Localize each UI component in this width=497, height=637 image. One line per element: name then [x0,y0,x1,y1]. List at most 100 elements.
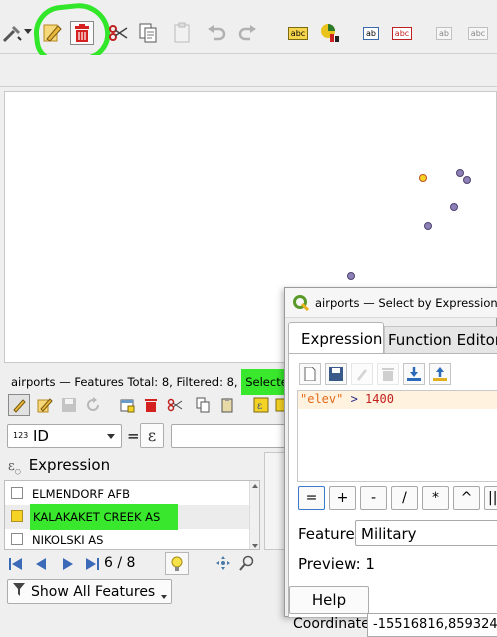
tab-function-editor[interactable]: Function Editor [384,326,497,354]
highlight-icon[interactable] [165,552,189,575]
help-button[interactable]: Help [289,586,369,614]
map-point-selected[interactable] [419,174,427,182]
feature-checkbox[interactable] [11,487,23,499]
features-status: airports — Features Total: 8, Filtered: … [11,369,314,395]
paste-icon[interactable] [170,21,194,45]
diagram-icon[interactable] [318,21,342,45]
last-page-icon[interactable] [85,558,99,573]
tab-expression-label: Expression [301,330,383,348]
pager: 6 / 8 [7,552,257,575]
expression-field: "elev" [300,392,344,406]
map-point[interactable] [456,169,464,177]
undo-icon[interactable] [204,21,228,45]
label-move-text: ab [436,26,452,40]
label-abc-icon[interactable]: abc [284,21,312,45]
tab-expression[interactable]: Expression [288,322,384,354]
dropdown-arrow-icon[interactable] [24,29,32,34]
delete-icon[interactable] [70,21,94,45]
tab-content: "elev" > 1400 = + - / * ^ || Feature Mil… [288,353,497,618]
save-file-icon[interactable] [325,363,347,385]
operator-concat-button[interactable]: || [484,486,497,510]
expression-icon: ε○ [8,459,21,476]
operator-concat-label: || [488,490,497,506]
new-file-icon[interactable] [299,363,321,385]
coordinate-field[interactable]: -15516816,8593241 [367,613,497,637]
multi-edit-icon[interactable] [34,394,56,416]
scroll-up-icon[interactable] [252,484,258,488]
operator-minus-button[interactable]: - [360,486,387,510]
select-by-expression-dialog: airports — Select by Expression Expressi… [284,287,497,618]
dialog-titlebar[interactable]: airports — Select by Expression [285,288,497,318]
preview-label: Preview: [298,555,361,573]
label-rotate-text: abc [467,26,489,40]
operator-multiply-label: * [432,490,439,506]
coordinate-value: -15516816,8593241 [373,617,497,632]
field-value-input[interactable] [171,424,291,448]
import-icon[interactable] [403,363,425,385]
preview: Preview: 1 [298,555,375,573]
map-point[interactable] [463,176,471,184]
paste-feature-icon[interactable] [216,394,238,416]
chevron-down-icon [161,595,167,599]
operator-power-label: ^ [460,490,473,506]
redo-icon[interactable] [236,21,260,45]
cut-feature-icon[interactable] [164,394,186,416]
expression-header: ε○ Expression [8,456,110,476]
map-point[interactable] [450,203,458,211]
show-all-features-label: Show All Features [31,583,156,600]
prev-page-icon[interactable] [35,558,47,573]
copy-feature-icon[interactable] [192,394,214,416]
digitize-icon[interactable] [0,22,24,46]
field-combo[interactable]: 123 ID [7,424,122,448]
expression-select-icon[interactable]: ε [250,394,272,416]
coordinate-label: Coordinate [293,616,370,632]
operator-power-button[interactable]: ^ [453,486,480,510]
label-pin-icon[interactable]: ab [357,21,385,45]
delete-feature-icon[interactable] [140,394,162,416]
label-rotate-icon[interactable]: abc [464,21,492,45]
map-point[interactable] [424,222,432,230]
expression-header-label: Expression [28,456,111,474]
cut-icon[interactable] [106,21,130,45]
operator-plus-button[interactable]: + [329,486,356,510]
label-abc-red-icon[interactable]: abc [388,21,416,45]
feature-combo[interactable]: Military [355,520,497,546]
qgis-logo-icon [293,295,310,314]
secondary-toolbar [0,55,497,87]
list-item[interactable]: ELMENDORF AFB [5,483,250,505]
expression-text: "elev" > 1400 [298,391,497,409]
copy-icon[interactable] [136,21,160,45]
add-feature-icon[interactable] [116,394,138,416]
first-page-icon[interactable] [9,558,23,573]
label-move-icon[interactable]: ab [430,21,458,45]
show-all-features-button[interactable]: Show All Features [7,579,172,604]
save-edits-icon[interactable] [58,394,80,416]
zoom-to-icon[interactable] [239,555,255,574]
operator-divide-button[interactable]: / [391,486,418,510]
expression-operator: > [343,392,366,406]
scroll-down-icon[interactable] [252,544,258,548]
label-abc-red-text: abc [391,26,413,40]
operator-equals-button[interactable]: = [298,486,325,510]
feature-checkbox[interactable] [11,533,23,545]
next-page-icon[interactable] [62,558,74,573]
list-item[interactable]: NIKOLSKI AS [5,529,250,549]
list-item-selected[interactable]: KALAKAKET CREEK AS [5,504,250,530]
edit-expression-icon[interactable] [351,363,373,385]
operator-multiply-button[interactable]: * [422,486,449,510]
reload-icon[interactable] [82,394,104,416]
expression-editor[interactable]: "elev" > 1400 [297,390,497,482]
export-icon[interactable] [429,363,451,385]
map-point[interactable] [347,272,355,280]
features-status-text: airports — Features Total: 8, Filtered: … [11,375,238,389]
feature-checkbox[interactable] [11,510,23,522]
tab-function-editor-label: Function Editor [388,331,497,349]
delete-expression-icon[interactable] [377,363,399,385]
operator-divide-label: / [402,490,407,506]
expression-button[interactable]: ε [140,423,164,448]
pencil-icon[interactable] [40,21,64,45]
list-scrollbar[interactable] [249,481,259,549]
dialog-title: airports — Select by Expression [315,296,497,310]
toggle-edit-icon[interactable] [8,394,30,416]
pan-to-icon[interactable] [215,555,231,574]
